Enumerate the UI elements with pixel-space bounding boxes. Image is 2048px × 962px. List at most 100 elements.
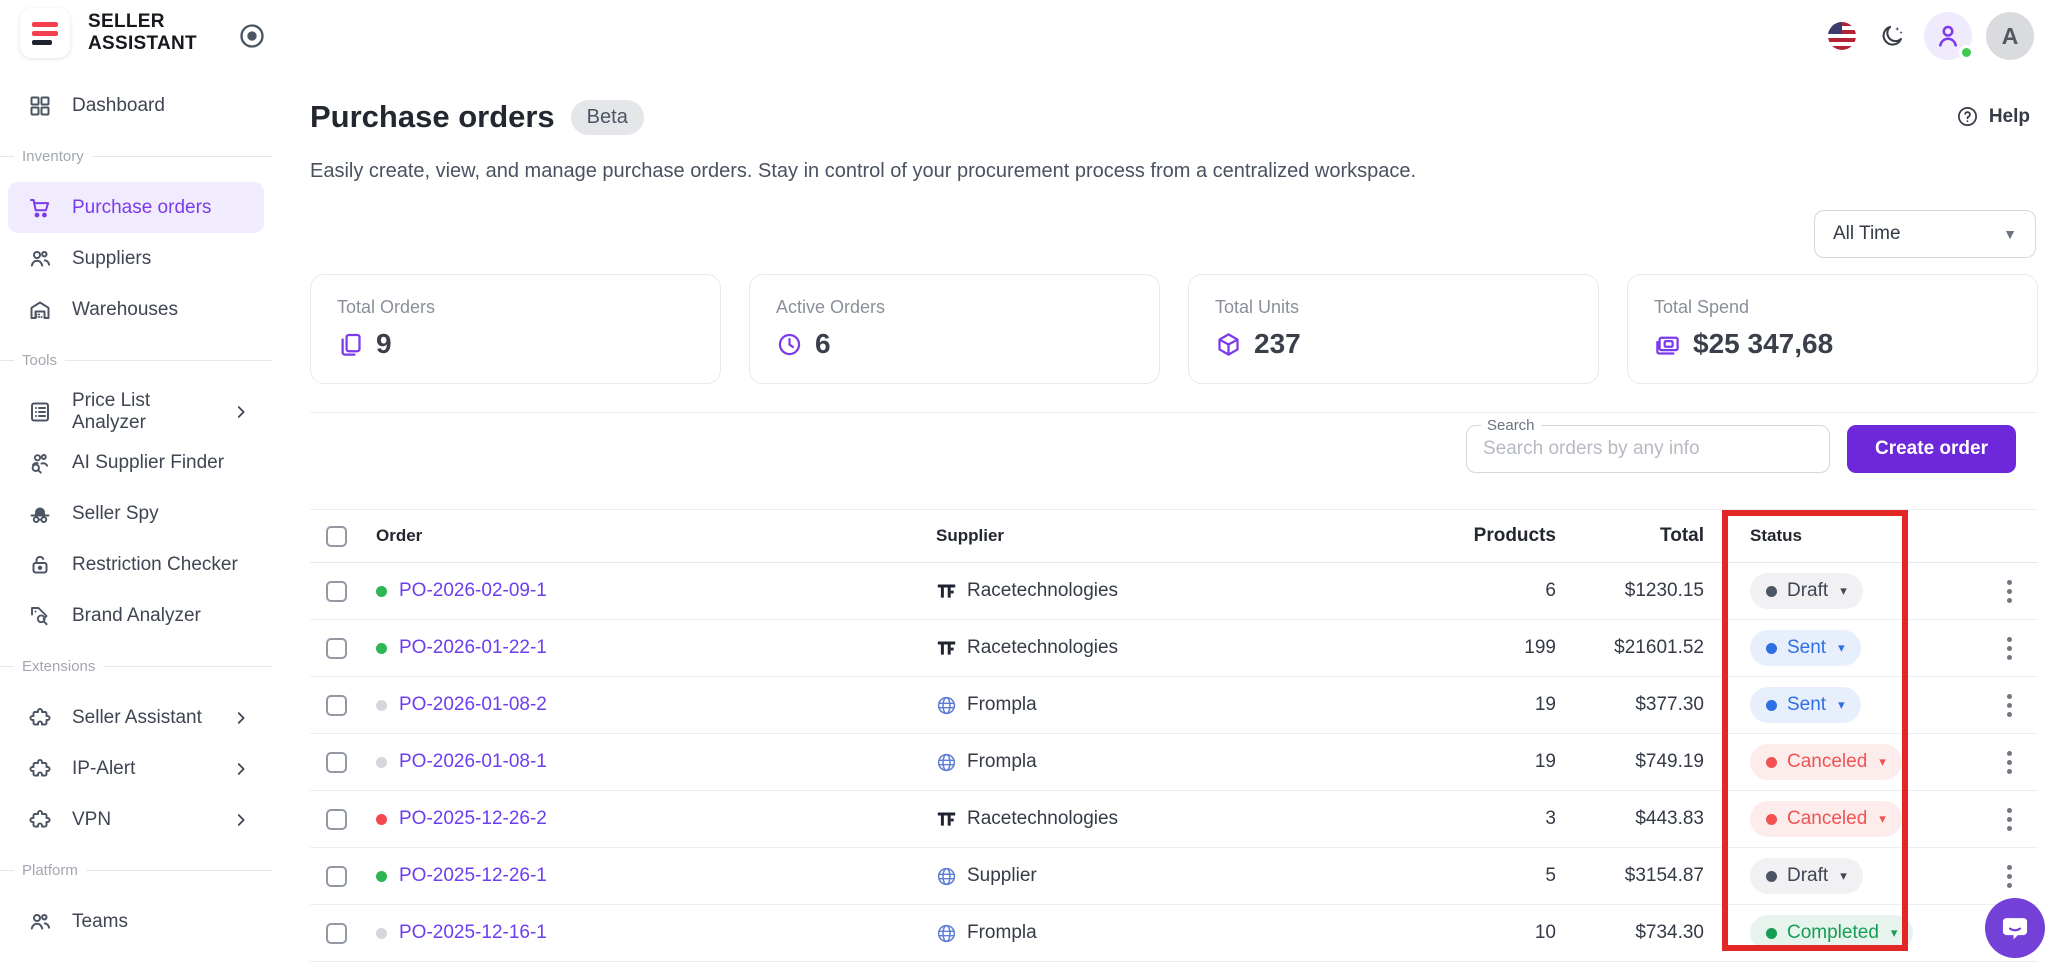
sidebar-item-restriction-checker[interactable]: Restriction Checker: [8, 539, 264, 590]
products-count: 199: [1524, 637, 1556, 658]
sidebar-section-platform: Platform: [0, 845, 272, 896]
stat-value: $25 347,68: [1693, 328, 1834, 359]
sidebar-section-extensions: Extensions: [0, 641, 272, 692]
chevron-down-icon: ▾: [1838, 640, 1845, 655]
sidebar-item-ai-supplier-finder[interactable]: AI Supplier Finder: [8, 437, 264, 488]
order-link[interactable]: PO-2025-12-26-1: [399, 865, 547, 887]
row-actions-kebab-icon[interactable]: [2007, 579, 2012, 603]
sidebar-item-brand-analyzer[interactable]: Brand Analyzer: [8, 590, 264, 641]
search-field: Search: [1466, 417, 1830, 473]
column-header-supplier[interactable]: Supplier: [936, 526, 1386, 546]
order-link[interactable]: PO-2026-01-08-1: [399, 751, 547, 773]
row-actions-kebab-icon[interactable]: [2007, 864, 2012, 888]
orders-copy-icon: [337, 331, 364, 358]
status-badge[interactable]: Completed ▾: [1750, 915, 1914, 951]
puzzle-icon: [28, 808, 52, 832]
warehouse-icon: [28, 298, 52, 322]
order-total: $734.30: [1635, 922, 1704, 943]
products-count: 10: [1534, 922, 1556, 943]
sidebar-item-price-list-analyzer[interactable]: Price List Analyzer: [8, 386, 264, 437]
supplier-name: Frompla: [967, 694, 1037, 715]
stat-value: 9: [376, 328, 392, 359]
sidebar-item-vpn[interactable]: VPN: [8, 794, 264, 845]
brand: SELLER ASSISTANT: [20, 8, 197, 58]
stat-label: Total Units: [1215, 297, 1300, 317]
price-list-icon: [28, 400, 52, 424]
brand-analyzer-icon: [28, 604, 52, 628]
help-button[interactable]: Help: [1956, 105, 2030, 128]
topbar: SELLER ASSISTANT A: [0, 0, 2048, 72]
dark-mode-moon-icon[interactable]: [1874, 18, 1910, 54]
order-link[interactable]: PO-2026-01-08-2: [399, 694, 547, 716]
sidebar-collapse-toggle-icon[interactable]: [238, 22, 266, 50]
sidebar-section-inventory: Inventory: [0, 131, 272, 182]
order-link[interactable]: PO-2025-12-16-1: [399, 922, 547, 944]
select-all-checkbox[interactable]: [326, 525, 347, 547]
sidebar-item-dashboard[interactable]: Dashboard: [8, 80, 264, 131]
sidebar-item-teams[interactable]: Teams: [8, 896, 264, 947]
status-badge[interactable]: Canceled ▾: [1750, 744, 1902, 780]
column-header-status[interactable]: Status: [1744, 526, 1954, 546]
column-header-order[interactable]: Order: [376, 526, 936, 546]
order-link[interactable]: PO-2026-02-09-1: [399, 580, 547, 602]
sidebar-item-seller-spy[interactable]: Seller Spy: [8, 488, 264, 539]
row-checkbox[interactable]: [326, 808, 347, 830]
row-actions-kebab-icon[interactable]: [2007, 636, 2012, 660]
sidebar-item-seller-assistant-ext[interactable]: Seller Assistant: [8, 692, 264, 743]
status-badge[interactable]: Canceled ▾: [1750, 801, 1902, 837]
row-actions-kebab-icon[interactable]: [2007, 693, 2012, 717]
chevron-right-icon: [232, 811, 250, 829]
row-checkbox[interactable]: [326, 922, 347, 944]
status-badge[interactable]: Draft ▾: [1750, 858, 1863, 894]
chevron-right-icon: [232, 709, 250, 727]
chevron-down-icon: ▾: [1840, 583, 1847, 598]
stat-card-total-spend: Total Spend $25 347,68: [1627, 274, 2038, 384]
table-header-row: Order Supplier Products Total Status: [310, 509, 2038, 563]
lock-icon: [28, 553, 52, 577]
order-status-dot: [376, 927, 387, 939]
row-checkbox[interactable]: [326, 751, 347, 773]
sidebar-section-tools: Tools: [0, 335, 272, 386]
sidebar-item-ip-alert[interactable]: IP-Alert: [8, 743, 264, 794]
order-total: $443.83: [1635, 808, 1704, 829]
suppliers-icon: [28, 247, 52, 271]
row-checkbox[interactable]: [326, 637, 347, 659]
order-total: $749.19: [1635, 751, 1704, 772]
row-checkbox[interactable]: [326, 865, 347, 887]
puzzle-icon: [28, 706, 52, 730]
supplier-name: Racetechnologies: [967, 580, 1119, 601]
seller-assistant-logo-icon: [20, 8, 70, 58]
sidebar-item-warehouses[interactable]: Warehouses: [8, 284, 264, 335]
row-checkbox[interactable]: [326, 580, 347, 602]
order-status-dot: [376, 756, 387, 768]
avatar[interactable]: A: [1986, 12, 2034, 60]
row-actions-kebab-icon[interactable]: [2007, 750, 2012, 774]
stat-value: 6: [815, 328, 831, 359]
status-badge[interactable]: Sent ▾: [1750, 630, 1861, 666]
row-checkbox[interactable]: [326, 694, 347, 716]
status-badge[interactable]: Sent ▾: [1750, 687, 1861, 723]
column-header-products[interactable]: Products: [1386, 525, 1556, 547]
row-actions-kebab-icon[interactable]: [2007, 807, 2012, 831]
sidebar-item-label: Price List Analyzer: [72, 389, 151, 433]
order-link[interactable]: PO-2025-12-26-2: [399, 808, 547, 830]
sidebar-item-suppliers[interactable]: Suppliers: [8, 233, 264, 284]
order-status-dot: [376, 699, 387, 711]
column-header-total[interactable]: Total: [1556, 525, 1704, 547]
chat-launcher-button[interactable]: [1985, 898, 2045, 958]
account-person-icon[interactable]: [1924, 12, 1974, 60]
language-flag-icon[interactable]: [1824, 18, 1860, 54]
sidebar-item-label: Restriction Checker: [72, 553, 238, 575]
status-badge[interactable]: Draft ▾: [1750, 573, 1863, 609]
chevron-right-icon: [232, 760, 250, 778]
products-count: 5: [1545, 865, 1556, 886]
sidebar-item-label: Warehouses: [72, 298, 178, 320]
supplier-logo-globe-icon: [936, 923, 957, 944]
chevron-down-icon: ▾: [1879, 811, 1886, 826]
sidebar-item-purchase-orders[interactable]: Purchase orders: [8, 182, 264, 233]
time-range-select[interactable]: All Time ▼: [1814, 210, 2036, 258]
cart-icon: [28, 196, 52, 220]
orders-table: Order Supplier Products Total Status PO-…: [310, 509, 2038, 962]
create-order-button[interactable]: Create order: [1847, 425, 2016, 473]
order-link[interactable]: PO-2026-01-22-1: [399, 637, 547, 659]
